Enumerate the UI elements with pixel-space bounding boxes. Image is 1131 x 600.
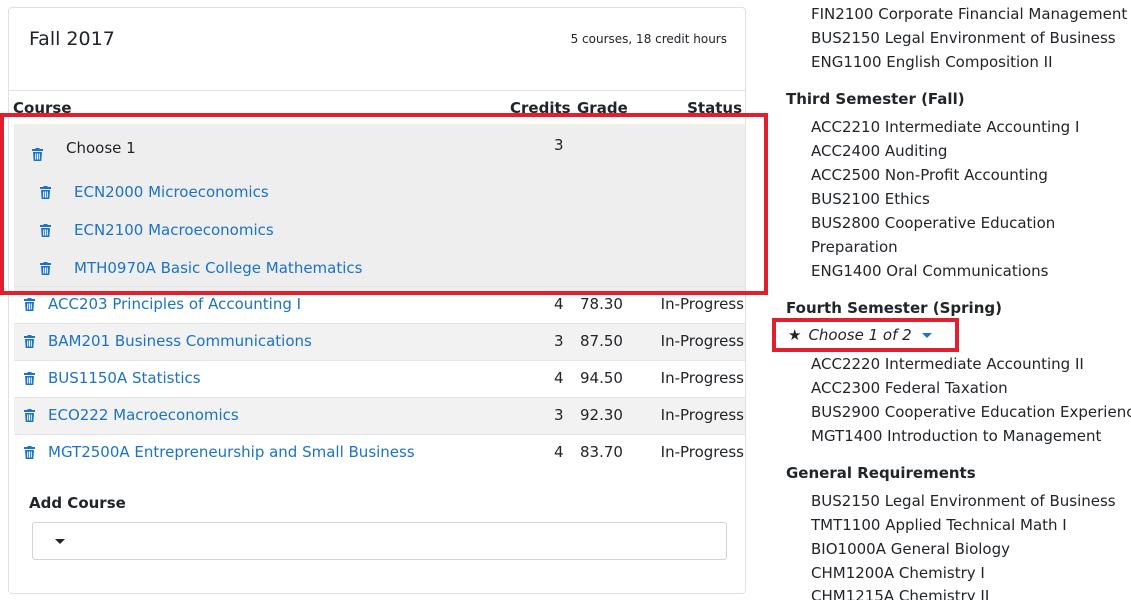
course-credits: 4 bbox=[554, 295, 564, 313]
course-credits: 3 bbox=[554, 406, 564, 424]
course-grade: 87.50 bbox=[580, 332, 623, 350]
trash-icon[interactable] bbox=[32, 148, 43, 161]
course-status: In-Progress bbox=[660, 406, 744, 424]
add-course-label: Add Course bbox=[29, 494, 126, 512]
choose-option-link[interactable]: MTH0970A Basic College Mathematics bbox=[74, 259, 362, 277]
trash-icon[interactable] bbox=[40, 262, 51, 275]
course-link[interactable]: BAM201 Business Communications bbox=[48, 332, 312, 350]
requirement-item: ACC2500 Non-Profit Accounting bbox=[811, 166, 1048, 184]
requirement-item: BUS2150 Legal Environment of Business bbox=[811, 492, 1116, 510]
requirement-item: CHM1200A Chemistry I bbox=[811, 564, 985, 582]
requirement-item: BIO1000A General Biology bbox=[811, 540, 1010, 558]
header-divider bbox=[9, 90, 745, 91]
requirement-item: FIN2100 Corporate Financial Management bbox=[811, 5, 1128, 23]
course-row: ACC203 Principles of Accounting I 4 78.3… bbox=[14, 286, 745, 323]
choose-group-credits: 3 bbox=[554, 136, 564, 154]
course-status: In-Progress bbox=[660, 443, 744, 461]
course-row: BUS1150A Statistics 4 94.50 In-Progress bbox=[14, 360, 745, 397]
course-row: ECO222 Macroeconomics 3 92.30 In-Progres… bbox=[14, 397, 745, 434]
course-link[interactable]: ECO222 Macroeconomics bbox=[48, 406, 239, 424]
planner-page: Fall 2017 5 courses, 18 credit hours Cou… bbox=[0, 0, 1131, 600]
requirement-item: BUS2150 Legal Environment of Business bbox=[811, 29, 1116, 47]
column-header-course: Course bbox=[13, 99, 72, 117]
trash-icon[interactable] bbox=[40, 224, 51, 237]
course-grade: 78.30 bbox=[580, 295, 623, 313]
choose-group: Choose 1 3 ECN2000 Microeconomics ECN210… bbox=[14, 124, 745, 294]
requirement-item: ACC2210 Intermediate Accounting I bbox=[811, 118, 1080, 136]
requirement-item: ENG1100 English Composition II bbox=[811, 53, 1053, 71]
semester-summary: 5 courses, 18 credit hours bbox=[570, 32, 727, 46]
trash-icon[interactable] bbox=[24, 409, 35, 422]
caret-down-icon bbox=[55, 539, 65, 544]
third-semester-heading: Third Semester (Fall) bbox=[786, 90, 965, 108]
choose-dropdown-label: Choose 1 of 2 bbox=[808, 326, 912, 344]
choose-option-link[interactable]: ECN2100 Macroeconomics bbox=[74, 221, 274, 239]
add-course-select[interactable] bbox=[32, 522, 727, 560]
fourth-semester-heading: Fourth Semester (Spring) bbox=[786, 299, 1002, 317]
column-header-credits: Credits bbox=[510, 99, 571, 117]
trash-icon[interactable] bbox=[24, 298, 35, 311]
caret-down-icon bbox=[921, 333, 932, 338]
semester-title: Fall 2017 bbox=[29, 28, 115, 50]
course-grade: 94.50 bbox=[580, 369, 623, 387]
requirement-item: ACC2220 Intermediate Accounting II bbox=[811, 355, 1084, 373]
course-row: MGT2500A Entrepreneurship and Small Busi… bbox=[14, 434, 745, 471]
course-row: BAM201 Business Communications 3 87.50 I… bbox=[14, 323, 745, 360]
course-credits: 4 bbox=[554, 443, 564, 461]
choose-one-of-two-dropdown[interactable]: ★ Choose 1 of 2 bbox=[788, 326, 932, 344]
course-status: In-Progress bbox=[660, 369, 744, 387]
trash-icon[interactable] bbox=[24, 446, 35, 459]
choose-group-label: Choose 1 bbox=[66, 139, 136, 157]
course-grade: 83.70 bbox=[580, 443, 623, 461]
trash-icon[interactable] bbox=[24, 335, 35, 348]
column-header-grade: Grade bbox=[577, 99, 628, 117]
requirement-item: ACC2400 Auditing bbox=[811, 142, 948, 160]
trash-icon[interactable] bbox=[24, 372, 35, 385]
requirement-item: CHM1215A Chemistry II bbox=[811, 587, 990, 600]
column-header-status: Status bbox=[687, 99, 742, 117]
requirement-item: MGT1400 Introduction to Management bbox=[811, 427, 1102, 445]
requirement-item: Preparation bbox=[811, 238, 898, 256]
requirement-item: ACC2300 Federal Taxation bbox=[811, 379, 1008, 397]
choose-option-link[interactable]: ECN2000 Microeconomics bbox=[74, 183, 269, 201]
requirement-item: BUS2800 Cooperative Education bbox=[811, 214, 1056, 232]
course-status: In-Progress bbox=[660, 332, 744, 350]
general-requirements-heading: General Requirements bbox=[786, 464, 976, 482]
course-grade: 92.30 bbox=[580, 406, 623, 424]
requirement-item: TMT1100 Applied Technical Math I bbox=[811, 516, 1067, 534]
course-link[interactable]: MGT2500A Entrepreneurship and Small Busi… bbox=[48, 443, 415, 461]
course-status: In-Progress bbox=[660, 295, 744, 313]
course-credits: 3 bbox=[554, 332, 564, 350]
requirement-item: BUS2100 Ethics bbox=[811, 190, 930, 208]
course-credits: 4 bbox=[554, 369, 564, 387]
semester-card: Fall 2017 5 courses, 18 credit hours Cou… bbox=[8, 7, 746, 594]
trash-icon[interactable] bbox=[40, 186, 51, 199]
course-link[interactable]: ACC203 Principles of Accounting I bbox=[48, 295, 301, 313]
course-link[interactable]: BUS1150A Statistics bbox=[48, 369, 201, 387]
requirement-item: ENG1400 Oral Communications bbox=[811, 262, 1049, 280]
star-icon: ★ bbox=[788, 326, 802, 344]
requirement-item: BUS2900 Cooperative Education Experience bbox=[811, 403, 1131, 421]
